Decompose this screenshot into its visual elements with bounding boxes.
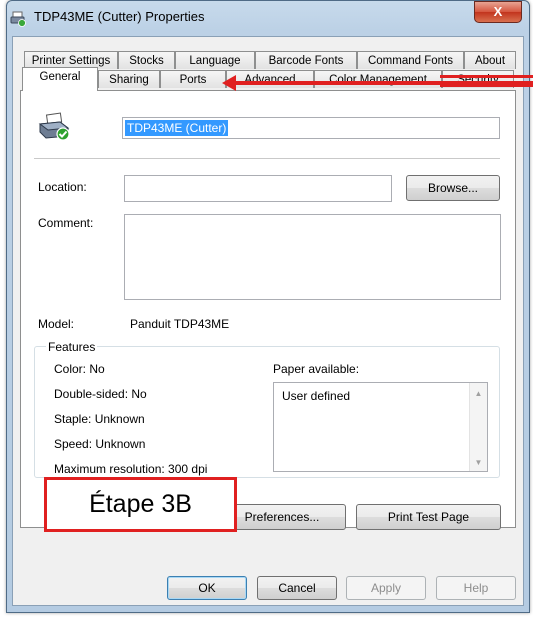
feature-speed: Speed: Unknown [54,437,146,451]
printer-name-text: TDP43ME (Cutter) [125,120,229,136]
scroll-up-icon[interactable]: ▲ [470,389,487,398]
paper-list-item[interactable]: User defined [282,389,350,403]
step-callout: Étape 3B [44,477,237,532]
model-value: Panduit TDP43ME [130,317,230,331]
cancel-button[interactable]: Cancel [257,576,337,600]
comment-textarea[interactable] [124,214,501,300]
feature-double-sided: Double-sided: No [54,387,147,401]
tab-command-fonts[interactable]: Command Fonts [357,51,464,69]
tab-ports[interactable]: Ports [160,70,226,88]
model-label: Model: [38,317,75,331]
close-icon: X [493,4,503,19]
feature-color: Color: No [54,362,105,376]
tab-language[interactable]: Language [175,51,255,69]
apply-button[interactable]: Apply [346,576,426,600]
annotation-arrow-shaft [232,81,533,85]
tab-color-management[interactable]: Color Management [314,70,442,88]
tab-sharing[interactable]: Sharing [98,70,160,88]
features-label: Features [46,340,98,354]
paper-list[interactable]: User defined ▲ ▼ [273,382,488,472]
paper-available-label: Paper available: [273,362,360,376]
feature-staple: Staple: Unknown [54,412,145,426]
comment-label: Comment: [38,216,94,230]
printer-icon [38,112,72,142]
close-button[interactable]: X [474,1,522,23]
tab-advanced[interactable]: Advanced [226,70,314,88]
printer-title-icon [10,11,26,27]
tab-stocks[interactable]: Stocks [118,51,175,69]
tab-label: About [474,55,506,67]
tab-label: Sharing [109,74,149,86]
annotation-arrow-icon [222,75,236,91]
feature-max-resolution: Maximum resolution: 300 dpi [54,462,208,476]
tab-about[interactable]: About [464,51,516,69]
paper-list-scrollbar[interactable]: ▲ ▼ [469,383,487,471]
tab-label: Language [189,55,241,67]
print-test-page-button[interactable]: Print Test Page [356,504,501,530]
tab-label: Barcode Fonts [268,55,344,67]
window-title: TDP43ME (Cutter) Properties [34,9,205,24]
tab-label: Command Fonts [367,55,453,67]
ok-button[interactable]: OK [167,576,247,600]
tab-barcode-fonts[interactable]: Barcode Fonts [255,51,357,69]
tab-label: Printer Settings [31,55,111,67]
separator [34,158,500,159]
tab-label: Ports [179,74,207,86]
location-input[interactable] [124,175,392,202]
printer-name-input[interactable]: TDP43ME (Cutter) [122,117,500,139]
preferences-button[interactable]: Preferences... [218,504,346,530]
tab-general[interactable]: General [22,67,98,91]
scroll-down-icon[interactable]: ▼ [470,458,487,467]
location-label: Location: [38,180,87,194]
help-button[interactable]: Help [436,576,516,600]
tab-label: General [39,71,81,83]
tab-label: Stocks [129,55,164,67]
browse-button[interactable]: Browse... [406,175,500,201]
